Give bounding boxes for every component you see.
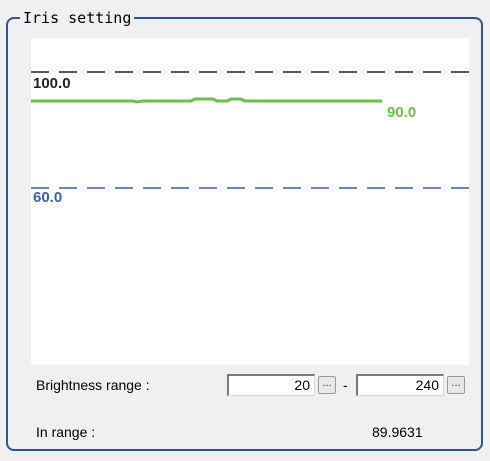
in-range-value: 89.9631: [372, 424, 423, 440]
lower-limit-label: 60.0: [33, 189, 63, 206]
group-title: Iris setting: [20, 10, 135, 26]
brightness-max-input[interactable]: 240: [356, 374, 444, 396]
brightness-min-button[interactable]: ...: [318, 376, 336, 394]
current-level-label: 90.0: [387, 104, 417, 121]
upper-limit-label: 100.0: [33, 75, 71, 92]
brightness-graph: 100.0 90.0 60.0: [31, 38, 469, 365]
in-range-label: In range :: [36, 424, 96, 440]
brightness-max-button[interactable]: ...: [447, 376, 465, 394]
graph-canvas: [31, 71, 469, 189]
brightness-range-label: Brightness range :: [36, 377, 150, 393]
brightness-min-input[interactable]: 20: [227, 374, 315, 396]
current-level-line: [31, 97, 382, 104]
range-separator: -: [343, 377, 348, 393]
